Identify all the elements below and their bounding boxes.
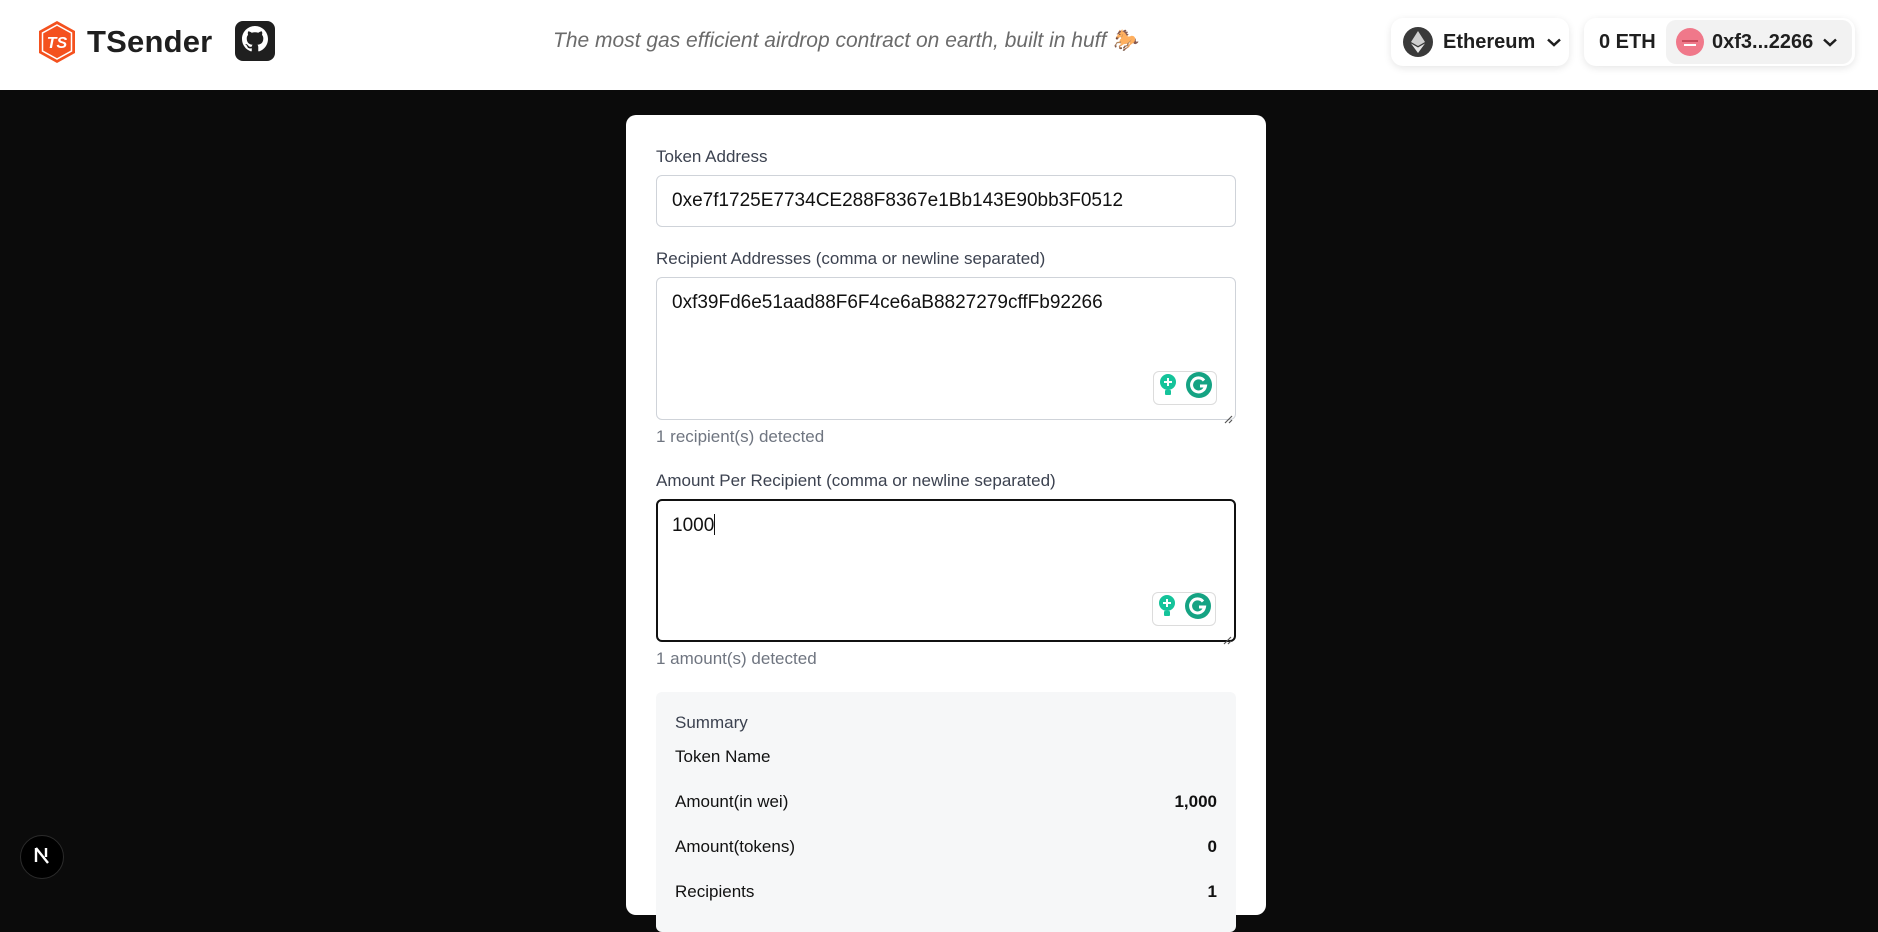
airdrop-form-card: Token Address 0xe7f1725E7734CE288F8367e1…	[626, 115, 1266, 932]
summary-row: Recipients 1	[675, 882, 1217, 902]
summary-row: Token Name	[675, 747, 1217, 767]
recipients-label: Recipient Addresses (comma or newline se…	[656, 249, 1046, 268]
token-address-label: Token Address	[656, 147, 768, 166]
amounts-textarea[interactable]: 1000	[656, 499, 1236, 645]
amounts-count: 1 amount(s) detected	[656, 649, 817, 668]
github-link[interactable]	[235, 21, 275, 61]
grammarly-icon	[1185, 371, 1213, 405]
lightbulb-icon	[1158, 373, 1178, 403]
wallet-box: 0 ETH 0xf3...2266	[1584, 18, 1855, 66]
chevron-down-icon	[1823, 34, 1838, 50]
balance-label: 0 ETH	[1599, 30, 1656, 53]
account-label: 0xf3...2266	[1712, 30, 1814, 53]
summary-row: Amount(in wei) 1,000	[675, 792, 1217, 812]
lightbulb-icon	[1157, 594, 1177, 624]
recipients-value: 0xf39Fd6e51aad88F6F4ce6aB8827279cffFb922…	[672, 292, 1103, 313]
summary-value: 0	[1207, 837, 1217, 856]
summary-key: Recipients	[675, 882, 755, 901]
recipients-textarea[interactable]: 0xf39Fd6e51aad88F6F4ce6aB8827279cffFb922…	[656, 277, 1236, 424]
summary-panel: Summary Token Name Amount(in wei) 1,000 …	[656, 692, 1236, 932]
summary-row: Amount(tokens) 0	[675, 837, 1217, 857]
top-navbar: TS TSender The most gas efficient airdro…	[0, 0, 1878, 90]
summary-title: Summary	[675, 713, 748, 732]
summary-value: 1	[1207, 882, 1217, 901]
grammarly-widget[interactable]	[1153, 371, 1217, 405]
resize-handle-icon[interactable]	[1223, 629, 1232, 645]
amounts-label: Amount Per Recipient (comma or newline s…	[656, 471, 1056, 490]
grammarly-widget[interactable]	[1152, 592, 1216, 626]
resize-handle-icon[interactable]	[1224, 408, 1233, 424]
token-address-value: 0xe7f1725E7734CE288F8367e1Bb143E90bb3F05…	[672, 190, 1124, 211]
recipients-count: 1 recipient(s) detected	[656, 427, 825, 446]
brand[interactable]: TS TSender	[37, 20, 212, 64]
summary-key: Amount(in wei)	[675, 792, 789, 811]
github-icon	[242, 25, 268, 57]
tsender-logo-icon: TS	[37, 20, 77, 64]
account-button[interactable]: 0xf3...2266	[1666, 20, 1852, 64]
tagline: The most gas efficient airdrop contract …	[553, 29, 1139, 52]
grammarly-icon	[1184, 592, 1212, 626]
nextjs-dev-button[interactable]	[20, 835, 64, 879]
network-selector[interactable]: Ethereum	[1391, 18, 1569, 66]
amounts-value: 1000	[672, 515, 715, 536]
avatar	[1676, 28, 1704, 56]
summary-value: 1,000	[1174, 792, 1217, 811]
ethereum-icon	[1403, 27, 1433, 57]
token-address-input[interactable]: 0xe7f1725E7734CE288F8367e1Bb143E90bb3F05…	[656, 175, 1236, 227]
nextjs-icon	[32, 845, 52, 870]
network-label: Ethereum	[1443, 30, 1536, 53]
brand-name: TSender	[87, 24, 213, 59]
svg-text:TS: TS	[47, 35, 68, 52]
summary-key: Token Name	[675, 747, 771, 766]
chevron-down-icon	[1547, 34, 1562, 50]
summary-key: Amount(tokens)	[675, 837, 795, 856]
text-caret	[714, 514, 716, 535]
